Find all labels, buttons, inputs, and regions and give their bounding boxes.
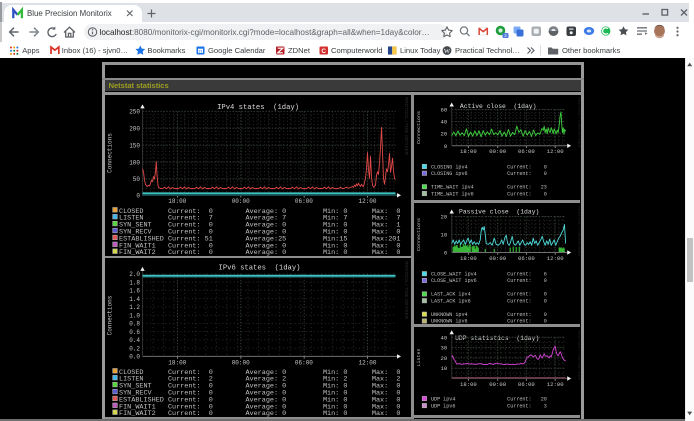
svg-text:250: 250 — [129, 109, 140, 116]
svg-text:0.2: 0.2 — [129, 345, 140, 352]
svg-text:06:00: 06:00 — [294, 198, 312, 205]
svg-text:0: 0 — [136, 193, 140, 200]
svg-text:0: 0 — [444, 143, 447, 150]
svg-text:UDP ipv4 Curre: UDP ipv4 Current: 20 — [431, 396, 547, 402]
svg-text:LAST_ACK ipv6 Curre: LAST_ACK ipv6 Current: 0 — [431, 298, 547, 304]
svg-text:Connections: Connections — [106, 295, 113, 335]
svg-text:1.0: 1.0 — [129, 312, 140, 319]
svg-text:06:00: 06:00 — [294, 359, 312, 366]
svg-text:20: 20 — [440, 131, 447, 138]
svg-text:RRDTOOL / TOBI OETIKER: RRDTOOL / TOBI OETIKER — [577, 206, 580, 256]
svg-text:Connections: Connections — [416, 218, 422, 251]
svg-text:200: 200 — [129, 126, 140, 133]
svg-text:RRDTOOL / TOBI OETIKER: RRDTOOL / TOBI OETIKER — [577, 330, 580, 380]
svg-text:CLOSE_WAIT ipv4 Curre: CLOSE_WAIT ipv4 Current: 6 — [431, 271, 547, 277]
svg-text:10: 10 — [440, 365, 447, 372]
svg-text:10: 10 — [440, 231, 447, 238]
svg-text:TIME_WAIT ipv4 Curre: TIME_WAIT ipv4 Current: 23 — [431, 184, 547, 190]
svg-text:18:00: 18:00 — [168, 198, 186, 205]
svg-text:40: 40 — [440, 334, 447, 341]
svg-text:1.2: 1.2 — [129, 304, 140, 311]
svg-text:W: W — [444, 48, 451, 55]
svg-text:12:00: 12:00 — [358, 198, 376, 205]
svg-text:20: 20 — [440, 213, 447, 220]
svg-text:1.4: 1.4 — [129, 295, 140, 302]
svg-text:IPv6 states (1day): IPv6 states (1day) — [218, 264, 300, 272]
svg-text:1.6: 1.6 — [129, 287, 140, 294]
svg-text:FIN_WAIT2 Current: 0: FIN_WAIT2 Current: 0 Average: 0 Min: 0 M… — [119, 249, 400, 256]
svg-text:150: 150 — [129, 142, 140, 149]
svg-text:06:00: 06:00 — [518, 380, 535, 387]
svg-text:18:00: 18:00 — [460, 380, 477, 387]
svg-text:18:00: 18:00 — [168, 359, 186, 366]
svg-text:00:00: 00:00 — [489, 380, 506, 387]
svg-text:LAST_ACK ipv4 Curre: LAST_ACK ipv4 Current: 0 — [431, 291, 547, 297]
svg-text:20: 20 — [440, 354, 447, 361]
svg-text:Listen: Listen — [416, 348, 422, 366]
svg-text:UDP ipv6 Curre: UDP ipv6 Current: 3 — [431, 403, 547, 409]
svg-text:CLOSE_WAIT ipv6 Curre: CLOSE_WAIT ipv6 Current: 0 — [431, 278, 547, 284]
svg-text:Connections: Connections — [106, 133, 113, 173]
svg-text:RRDTOOL / TOBI OETIKER: RRDTOOL / TOBI OETIKER — [404, 261, 409, 320]
svg-text:CLOSING ipv6 Curre: CLOSING ipv6 Current: 0 — [431, 171, 547, 177]
svg-text:C: C — [321, 48, 326, 55]
svg-text:12:00: 12:00 — [358, 359, 376, 366]
svg-text:50: 50 — [132, 176, 140, 183]
svg-text:31: 31 — [198, 49, 203, 54]
svg-text:30: 30 — [440, 344, 447, 351]
svg-text:00:00: 00:00 — [231, 198, 249, 205]
svg-text:00:00: 00:00 — [489, 254, 506, 261]
svg-text:0: 0 — [444, 249, 447, 256]
svg-text:100: 100 — [129, 159, 140, 166]
svg-text:1.8: 1.8 — [129, 279, 140, 286]
svg-text:TIME_WAIT ipv6 Curre: TIME_WAIT ipv6 Current: 0 — [431, 191, 547, 197]
svg-text:00:00: 00:00 — [489, 148, 506, 155]
svg-text:RRDTOOL / TOBI OETIKER: RRDTOOL / TOBI OETIKER — [404, 97, 409, 156]
svg-text:0.6: 0.6 — [129, 328, 140, 335]
svg-text:0.4: 0.4 — [129, 337, 140, 344]
svg-text:CLOSING ipv4 Curre: CLOSING ipv4 Current: 0 — [431, 164, 547, 170]
svg-text:12:00: 12:00 — [547, 380, 564, 387]
svg-text:12:00: 12:00 — [547, 148, 564, 155]
svg-text:12:00: 12:00 — [547, 254, 564, 261]
svg-text:RRDTOOL / TOBI OETIKER: RRDTOOL / TOBI OETIKER — [577, 97, 580, 147]
svg-text:18:00: 18:00 — [460, 148, 477, 155]
svg-text:06:00: 06:00 — [518, 254, 535, 261]
svg-text:2: 2 — [504, 33, 507, 38]
svg-text:06:00: 06:00 — [518, 148, 535, 155]
svg-text:2.0: 2.0 — [129, 271, 140, 278]
svg-text:0.8: 0.8 — [129, 320, 140, 327]
svg-text:Connections: Connections — [416, 111, 422, 144]
svg-text:FIN_WAIT2 Current: 0: FIN_WAIT2 Current: 0 Average: 0 Min: 0 M… — [119, 410, 400, 418]
svg-text:60: 60 — [440, 107, 447, 114]
svg-text:40: 40 — [440, 119, 447, 126]
svg-text:UNKNOWN ipv4 Curre: UNKNOWN ipv4 Current: 0 — [431, 311, 547, 317]
svg-text:Passive close (1day): Passive close (1day) — [459, 208, 539, 215]
svg-text:18:00: 18:00 — [460, 254, 477, 261]
svg-text:0.0: 0.0 — [129, 353, 140, 360]
svg-text:UNKNOWN ipv6 Curre: UNKNOWN ipv6 Current: 0 — [431, 318, 547, 324]
svg-text:00:00: 00:00 — [231, 359, 249, 366]
